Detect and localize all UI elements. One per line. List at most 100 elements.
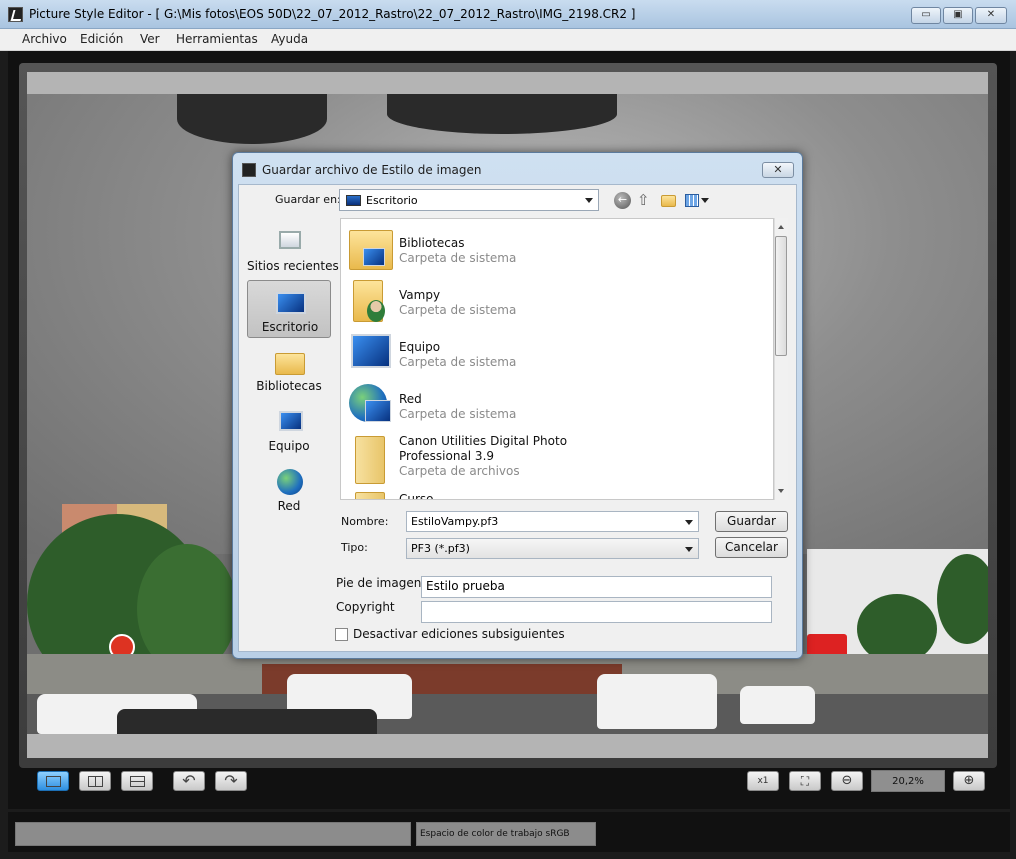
zoom-actual-size-button[interactable]: x1 <box>747 771 779 791</box>
look-in-label: Guardar en: <box>275 193 341 206</box>
rotate-right-button[interactable]: ↷ <box>215 771 247 791</box>
file-name: Equipo <box>399 340 441 354</box>
disable-edits-checkbox[interactable] <box>335 628 348 641</box>
file-item[interactable]: Curso <box>341 487 771 500</box>
disable-edits-label[interactable]: Desactivar ediciones subsiguientes <box>353 627 565 641</box>
place-label: Sitios recientes <box>247 259 339 273</box>
place-label: Equipo <box>268 439 310 453</box>
cancel-button[interactable]: Cancelar <box>715 537 788 558</box>
place-desktop[interactable]: Escritorio <box>247 280 331 338</box>
type-label: Tipo: <box>341 541 368 554</box>
file-name-line2: Professional 3.9 <box>399 449 495 463</box>
split-horizontal-view-button[interactable] <box>121 771 153 791</box>
image-bottom-margin <box>27 734 988 758</box>
chevron-down-icon <box>685 547 693 552</box>
new-folder-button[interactable] <box>660 192 677 209</box>
file-type: Carpeta de sistema <box>399 303 517 317</box>
single-view-button[interactable] <box>37 771 69 791</box>
look-in-dropdown[interactable]: Escritorio <box>339 189 599 211</box>
photo-car <box>597 674 717 729</box>
maximize-button[interactable]: ▣ <box>943 7 973 24</box>
menu-ver[interactable]: Ver <box>140 32 160 46</box>
folder-icon <box>347 434 393 484</box>
rotate-left-button[interactable]: ↶ <box>173 771 205 791</box>
up-folder-icon: ⇧ <box>637 191 650 209</box>
zoom-in-button[interactable]: ⊕ <box>953 771 985 791</box>
place-network[interactable]: Red <box>247 460 331 518</box>
fit-to-window-button[interactable]: ⛶ <box>789 771 821 791</box>
desktop-icon <box>346 195 361 206</box>
place-libraries[interactable]: Bibliotecas <box>247 340 331 398</box>
file-name: Canon Utilities Digital Photo <box>399 434 568 448</box>
menu-bar: Archivo Edición Ver Herramientas Ayuda <box>0 29 1016 51</box>
zoom-out-button[interactable]: ⊖ <box>831 771 863 791</box>
scroll-down-icon[interactable] <box>778 489 784 493</box>
file-item[interactable]: Equipo Carpeta de sistema <box>341 325 771 377</box>
window-title: Picture Style Editor - [ G:\Mis fotos\EO… <box>29 7 636 21</box>
file-name: Bibliotecas <box>399 236 465 250</box>
place-computer[interactable]: Equipo <box>247 400 331 458</box>
file-item[interactable]: Vampy Carpeta de sistema <box>341 273 771 325</box>
desktop-icon <box>276 288 306 316</box>
dialog-title: Guardar archivo de Estilo de imagen <box>262 163 482 177</box>
file-item[interactable]: Bibliotecas Carpeta de sistema <box>341 221 771 273</box>
place-label: Bibliotecas <box>256 379 322 393</box>
rotate-right-icon: ↷ <box>224 771 238 790</box>
dialog-close-button[interactable]: ✕ <box>762 162 794 178</box>
back-button[interactable]: ← <box>614 192 631 209</box>
minimize-button[interactable]: ▭ <box>911 7 941 24</box>
back-arrow-icon: ← <box>617 193 628 206</box>
copyright-label: Copyright <box>336 600 395 614</box>
split-vertical-view-button[interactable] <box>79 771 111 791</box>
scroll-up-icon[interactable] <box>778 225 784 229</box>
scrollbar-thumb[interactable] <box>775 236 787 356</box>
photo-car <box>740 686 815 724</box>
zoom-in-icon: ⊕ <box>963 773 975 788</box>
close-button[interactable]: ✕ <box>975 7 1007 24</box>
file-item[interactable]: Red Carpeta de sistema <box>341 377 771 429</box>
copyright-input[interactable] <box>421 601 772 623</box>
file-list[interactable]: Bibliotecas Carpeta de sistema Vampy Car… <box>340 218 774 500</box>
view-grid-icon <box>685 194 699 207</box>
file-type: Carpeta de archivos <box>399 464 520 478</box>
save-button[interactable]: Guardar <box>715 511 788 532</box>
image-top-margin <box>27 72 988 94</box>
type-dropdown[interactable]: PF3 (*.pf3) <box>406 538 699 559</box>
libraries-icon <box>275 347 305 375</box>
view-menu-button[interactable] <box>684 192 710 209</box>
photo-tree <box>937 554 988 644</box>
actual-size-icon: x1 <box>757 776 769 786</box>
file-name: Curso <box>399 492 434 500</box>
place-label: Escritorio <box>261 320 319 334</box>
libraries-folder-icon <box>347 226 393 270</box>
up-folder-button[interactable]: ⇧ <box>637 192 654 209</box>
dialog-app-icon <box>242 163 256 177</box>
file-type: Carpeta de sistema <box>399 407 517 421</box>
file-item[interactable]: Canon Utilities Digital Photo Profession… <box>341 429 771 489</box>
photo-car <box>117 709 377 734</box>
filename-combobox[interactable]: EstiloVampy.pf3 <box>406 511 699 532</box>
menu-archivo[interactable]: Archivo <box>22 32 67 46</box>
menu-edicion[interactable]: Edición <box>80 32 123 46</box>
place-label: Red <box>277 499 301 513</box>
app-icon <box>8 7 23 22</box>
menu-ayuda[interactable]: Ayuda <box>271 32 308 46</box>
split-horizontal-icon <box>130 776 145 787</box>
filename-label: Nombre: <box>341 515 389 528</box>
menu-herramientas[interactable]: Herramientas <box>176 32 258 46</box>
chevron-down-icon <box>701 198 709 203</box>
caption-label: Pie de imagen <box>336 576 422 590</box>
network-icon <box>275 467 305 495</box>
caption-input[interactable]: Estilo prueba <box>421 576 772 598</box>
file-type: Carpeta de sistema <box>399 355 517 369</box>
single-view-icon <box>46 776 61 787</box>
type-value: PF3 (*.pf3) <box>411 542 470 555</box>
file-type: Carpeta de sistema <box>399 251 517 265</box>
zoom-out-icon: ⊖ <box>841 773 853 788</box>
chevron-down-icon <box>685 520 693 525</box>
folder-icon <box>347 492 393 499</box>
place-recent[interactable]: Sitios recientes <box>247 220 339 278</box>
look-in-value: Escritorio <box>366 194 418 207</box>
photo-tree-top <box>177 94 327 144</box>
filename-value: EstiloVampy.pf3 <box>411 515 499 528</box>
